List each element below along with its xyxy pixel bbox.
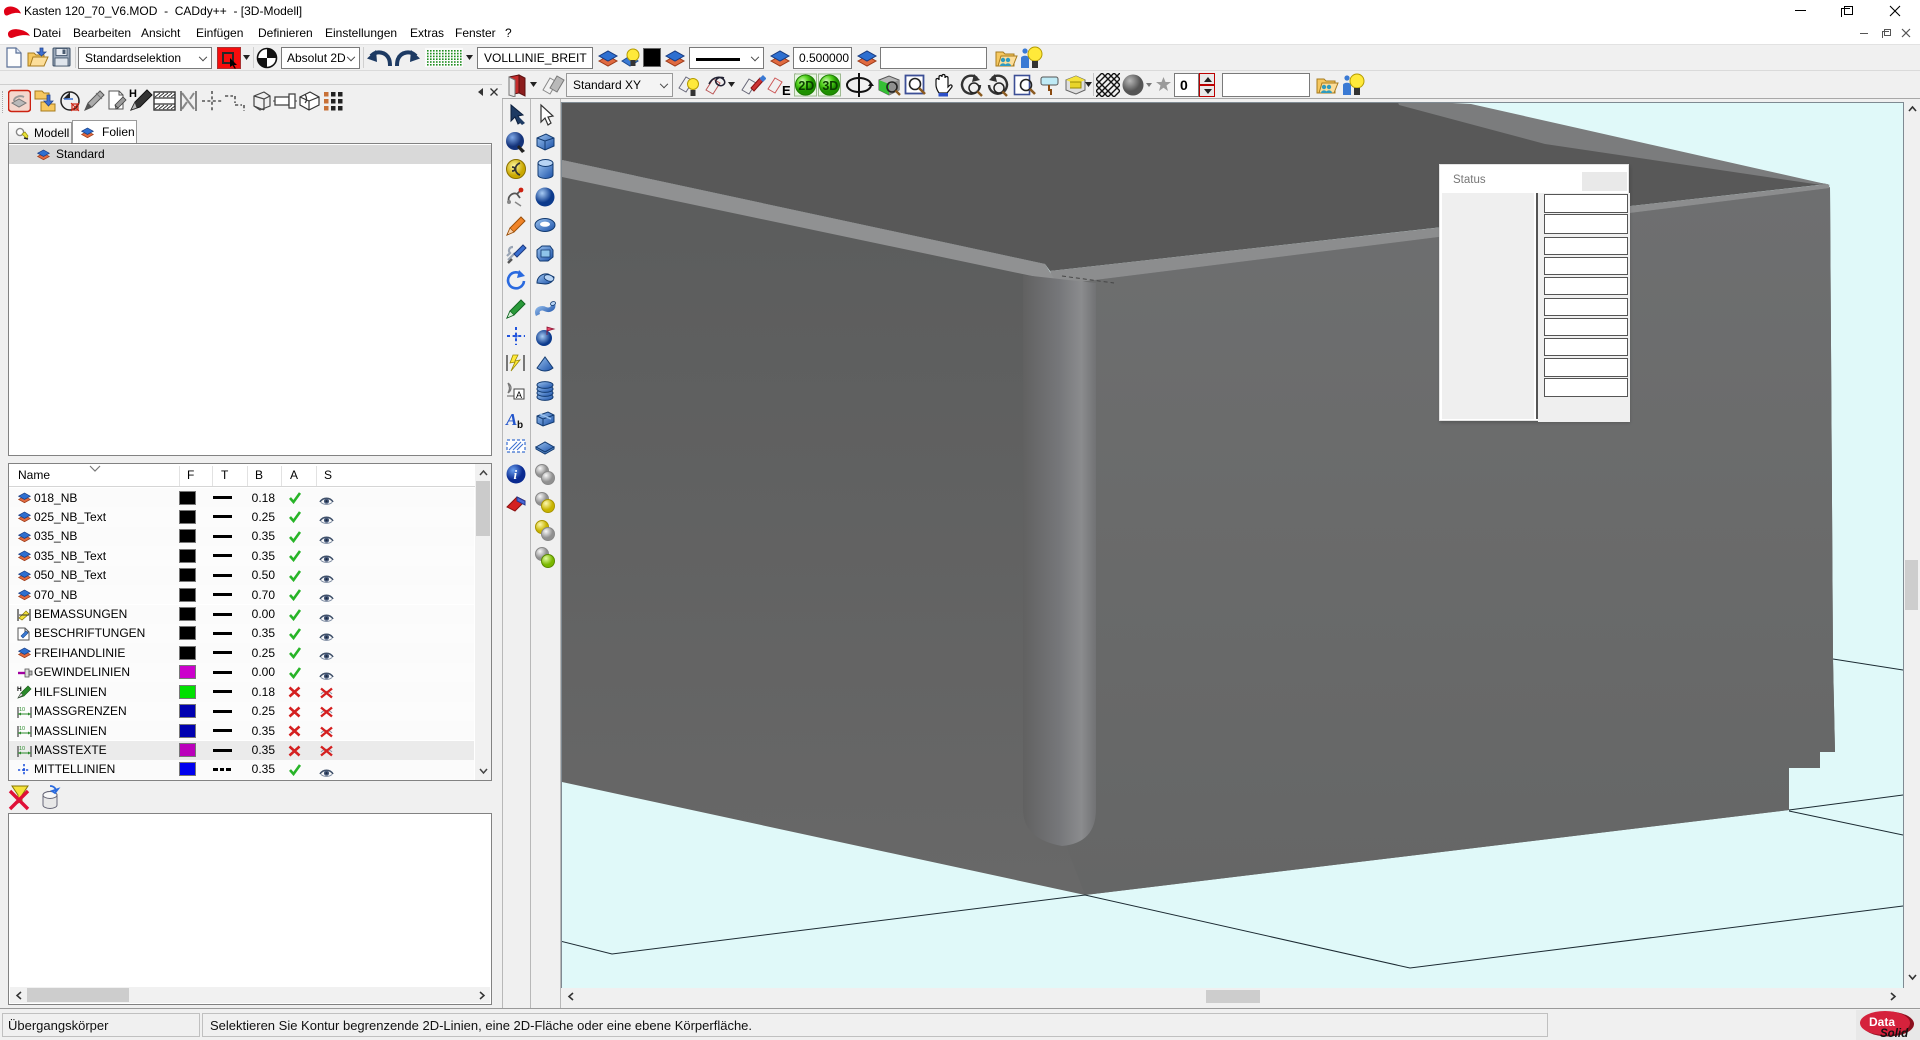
svg-text:Data: Data (1869, 1015, 1895, 1029)
svg-text:H: H (129, 88, 137, 100)
svg-text:Solid: Solid (1880, 1028, 1909, 1040)
svg-text:2D: 2D (798, 79, 814, 93)
svg-text:A: A (505, 410, 517, 429)
svg-text:3D: 3D (822, 79, 838, 93)
svg-text:b: b (517, 420, 523, 431)
svg-text:10: 10 (19, 707, 25, 713)
svg-text:10: 10 (19, 746, 25, 752)
svg-text:E: E (782, 83, 791, 97)
svg-text:H: H (17, 686, 22, 693)
svg-text:A: A (516, 390, 522, 400)
svg-text:10: 10 (19, 726, 25, 732)
svg-text:i: i (514, 467, 518, 482)
